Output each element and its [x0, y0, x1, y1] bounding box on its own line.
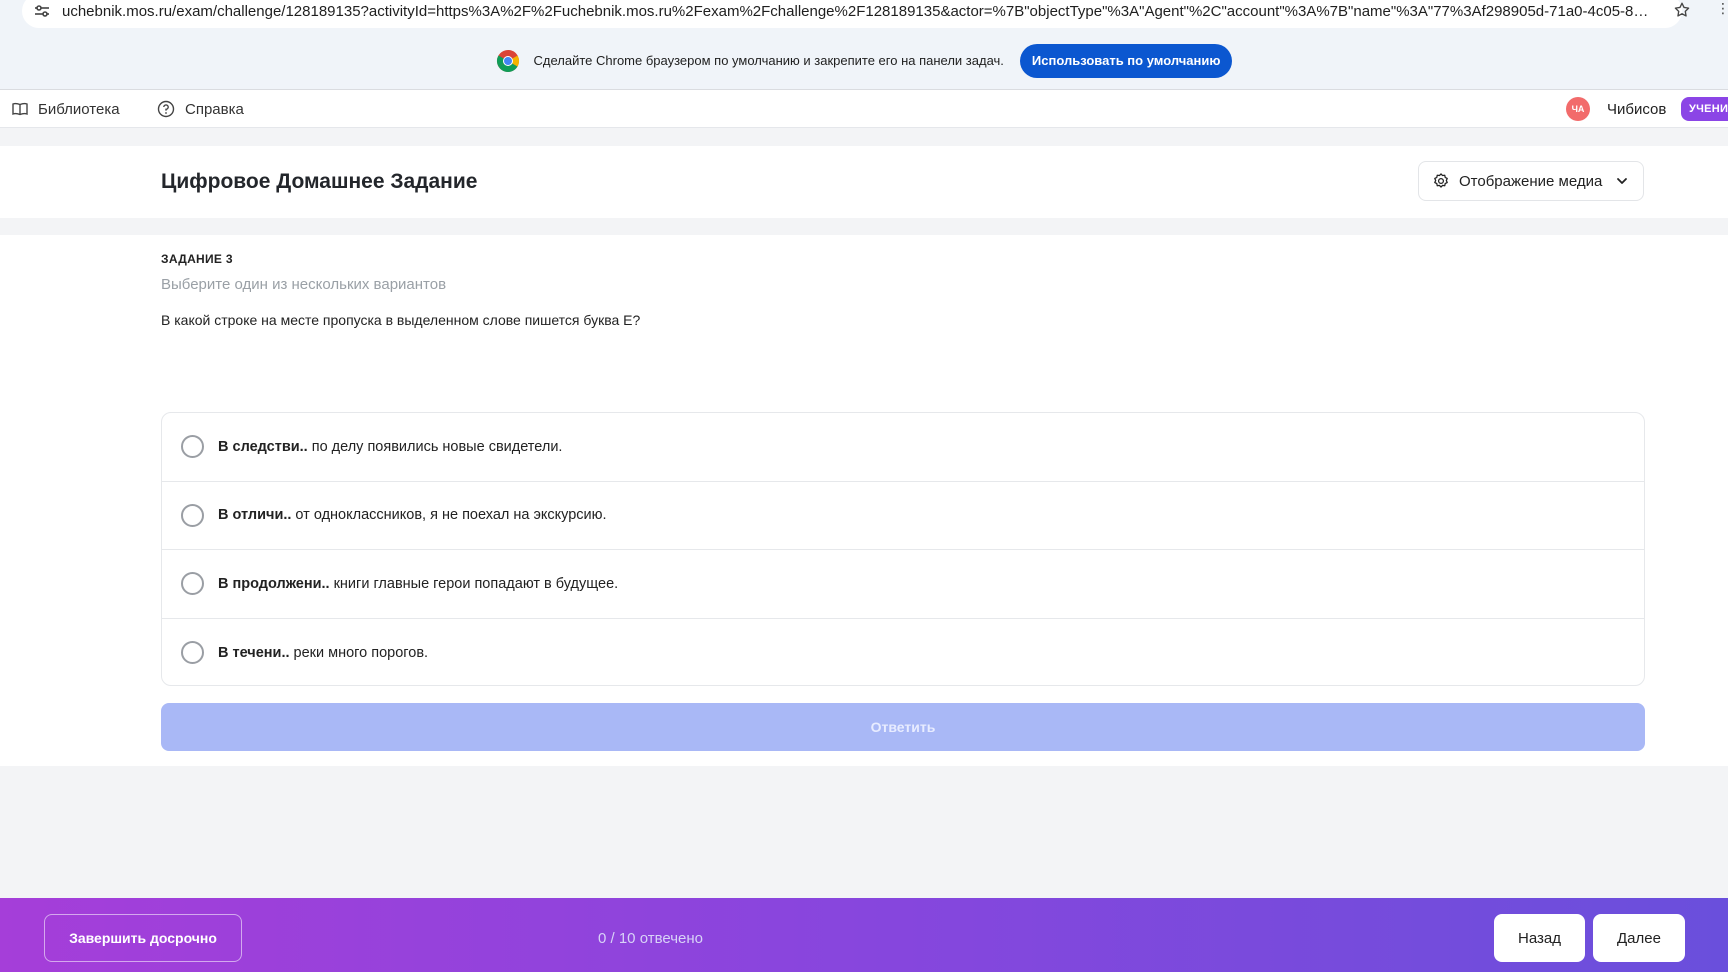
- option-highlighted-word: В продолжени..: [218, 575, 330, 592]
- set-default-button[interactable]: Использовать по умолчанию: [1019, 43, 1233, 78]
- option-highlighted-word: В течени..: [218, 644, 290, 661]
- option-highlighted-word: В следстви..: [218, 438, 308, 455]
- page-header: Цифровое Домашнее Задание Отображение ме…: [0, 146, 1728, 218]
- option-highlighted-word: В отличи..: [218, 507, 292, 524]
- finish-early-button[interactable]: Завершить досрочно: [44, 914, 242, 962]
- role-badge: УЧЕНИ: [1681, 97, 1728, 121]
- answer-button[interactable]: Ответить: [161, 703, 1645, 751]
- task-number: ЗАДАНИЕ 3: [161, 252, 233, 266]
- page-title: Цифровое Домашнее Задание: [161, 170, 478, 193]
- chrome-logo-icon: [496, 49, 519, 72]
- question-card: ЗАДАНИЕ 3 Выберите один из нескольких ва…: [0, 235, 1728, 766]
- infobar-text: Сделайте Chrome браузером по умолчанию и…: [533, 53, 1004, 68]
- nav-library[interactable]: Библиотека: [12, 90, 120, 128]
- option-text: по делу появились новые свидетели.: [311, 438, 563, 455]
- media-display-dropdown[interactable]: Отображение медиа: [1418, 161, 1644, 201]
- radio-button[interactable]: [181, 572, 204, 595]
- user-name[interactable]: Чибисов: [1607, 90, 1666, 128]
- media-display-label: Отображение медиа: [1459, 172, 1603, 190]
- answered-progress: 0 / 10 отвечено: [598, 929, 704, 947]
- task-question: В какой строке на месте пропуска в выдел…: [161, 312, 641, 328]
- chevron-down-icon: [1617, 178, 1627, 184]
- back-button[interactable]: Назад: [1494, 914, 1585, 962]
- answer-option-2[interactable]: В отличи.. от одноклассников, я не поеха…: [162, 482, 1644, 550]
- app-top-nav: Библиотека Справка ЧА Чибисов УЧЕНИ: [0, 90, 1728, 128]
- site-settings-icon[interactable]: [32, 1, 52, 21]
- nav-library-label: Библиотека: [38, 100, 120, 118]
- option-text: реки много порогов.: [293, 644, 429, 661]
- book-icon: [12, 102, 28, 116]
- answer-options: В следстви.. по делу появились новые сви…: [161, 412, 1645, 686]
- next-button[interactable]: Далее: [1593, 914, 1685, 962]
- answer-option-3[interactable]: В продолжени.. книги главные герои попад…: [162, 550, 1644, 619]
- radio-button[interactable]: [181, 640, 204, 664]
- task-hint: Выберите один из нескольких вариантов: [161, 276, 447, 293]
- nav-help-label: Справка: [185, 100, 244, 118]
- option-text: книги главные герои попадают в будущее.: [333, 575, 619, 592]
- bookmark-star-icon[interactable]: [1670, 0, 1694, 20]
- default-browser-infobar: Сделайте Chrome браузером по умолчанию и…: [0, 32, 1728, 90]
- browser-menu-icon[interactable]: ⋮: [1716, 0, 1728, 20]
- avatar[interactable]: ЧА: [1566, 97, 1590, 121]
- radio-button[interactable]: [181, 503, 204, 527]
- nav-help[interactable]: Справка: [157, 90, 244, 128]
- gear-icon: [1434, 173, 1448, 188]
- help-circle-icon: [157, 100, 175, 118]
- bottom-action-bar: Завершить досрочно 0 / 10 отвечено Назад…: [0, 898, 1728, 972]
- omnibox[interactable]: uchebnik.mos.ru/exam/challenge/128189135…: [22, 0, 1682, 28]
- option-text: от одноклассников, я не поехал на экскур…: [295, 507, 607, 524]
- url-text[interactable]: uchebnik.mos.ru/exam/challenge/128189135…: [62, 3, 1652, 20]
- answer-option-4[interactable]: В течени.. реки много порогов.: [162, 619, 1644, 686]
- answer-option-1[interactable]: В следстви.. по делу появились новые сви…: [162, 413, 1644, 482]
- browser-address-bar: uchebnik.mos.ru/exam/challenge/128189135…: [0, 0, 1728, 32]
- radio-button[interactable]: [181, 435, 204, 458]
